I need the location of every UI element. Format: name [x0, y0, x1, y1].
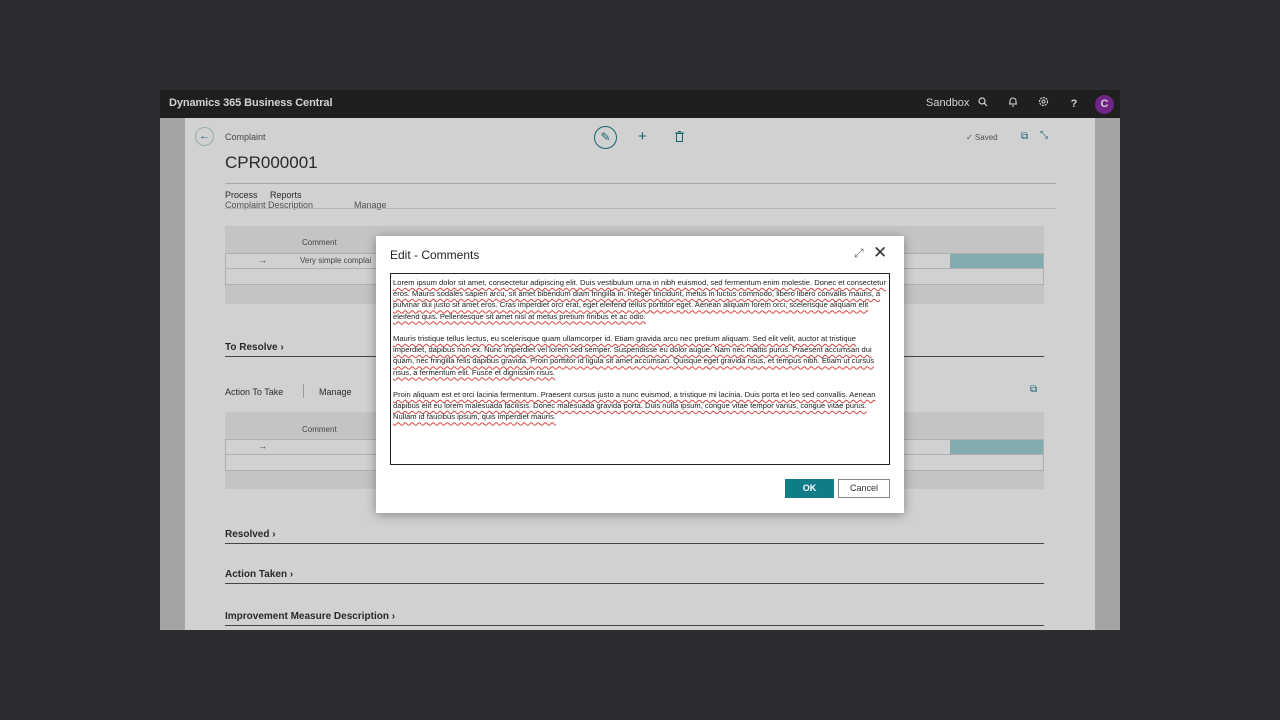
- comments-textarea[interactable]: Lorem ipsum dolor sit amet, consectetur …: [390, 273, 890, 465]
- ok-button[interactable]: OK: [785, 479, 834, 498]
- comment-paragraph: Mauris tristique tellus lectus, eu scele…: [393, 334, 875, 377]
- comment-paragraph: Lorem ipsum dolor sit amet, consectetur …: [393, 278, 886, 321]
- cancel-button[interactable]: Cancel: [838, 479, 890, 498]
- close-icon[interactable]: ✕: [873, 243, 887, 263]
- expand-icon[interactable]: ⤢: [854, 246, 864, 261]
- comment-paragraph: Proin aliquam est et orci lacinia fermen…: [393, 390, 876, 422]
- dialog-title: Edit - Comments: [390, 248, 480, 262]
- edit-comments-dialog: Edit - Comments ⤢ ✕ Lorem ipsum dolor si…: [376, 236, 904, 513]
